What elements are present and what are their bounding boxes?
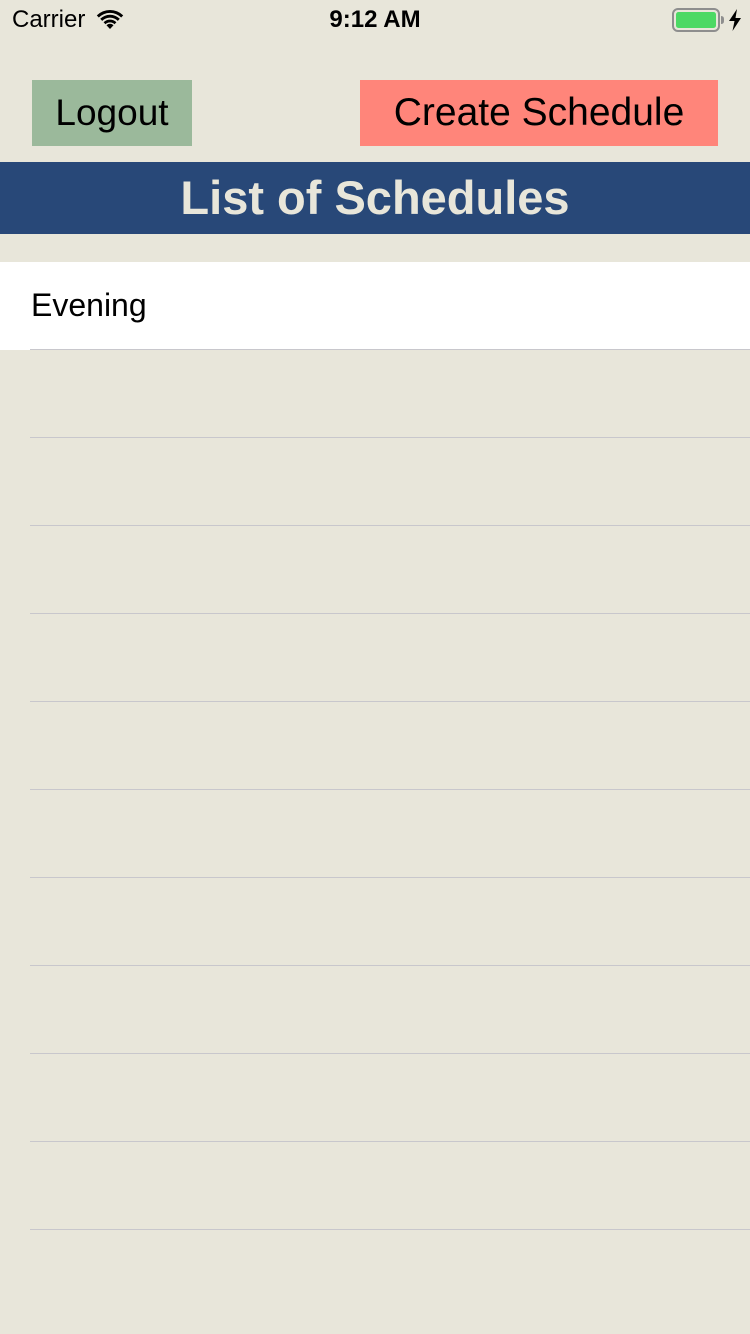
charging-bolt-icon xyxy=(729,9,741,31)
battery-group xyxy=(672,8,742,32)
empty-row xyxy=(0,1054,750,1142)
empty-row xyxy=(0,790,750,878)
battery-icon xyxy=(672,8,724,32)
row-separator xyxy=(30,1229,750,1230)
empty-row xyxy=(0,702,750,790)
empty-row xyxy=(0,878,750,966)
empty-row xyxy=(0,526,750,614)
page-title: List of Schedules xyxy=(180,171,570,224)
schedule-list: Evening xyxy=(0,262,750,1230)
empty-row xyxy=(0,1142,750,1230)
create-schedule-button[interactable]: Create Schedule xyxy=(360,80,718,146)
logout-button[interactable]: Logout xyxy=(32,80,192,146)
empty-row xyxy=(0,438,750,526)
empty-row xyxy=(0,614,750,702)
list-item[interactable]: Evening xyxy=(0,262,750,350)
schedule-name: Evening xyxy=(31,287,147,323)
empty-row xyxy=(0,350,750,438)
clock: 9:12 AM xyxy=(329,6,421,33)
empty-row xyxy=(0,966,750,1054)
header-banner: List of Schedules xyxy=(0,162,750,234)
status-bar: Carrier 9:12 AM xyxy=(0,0,750,40)
